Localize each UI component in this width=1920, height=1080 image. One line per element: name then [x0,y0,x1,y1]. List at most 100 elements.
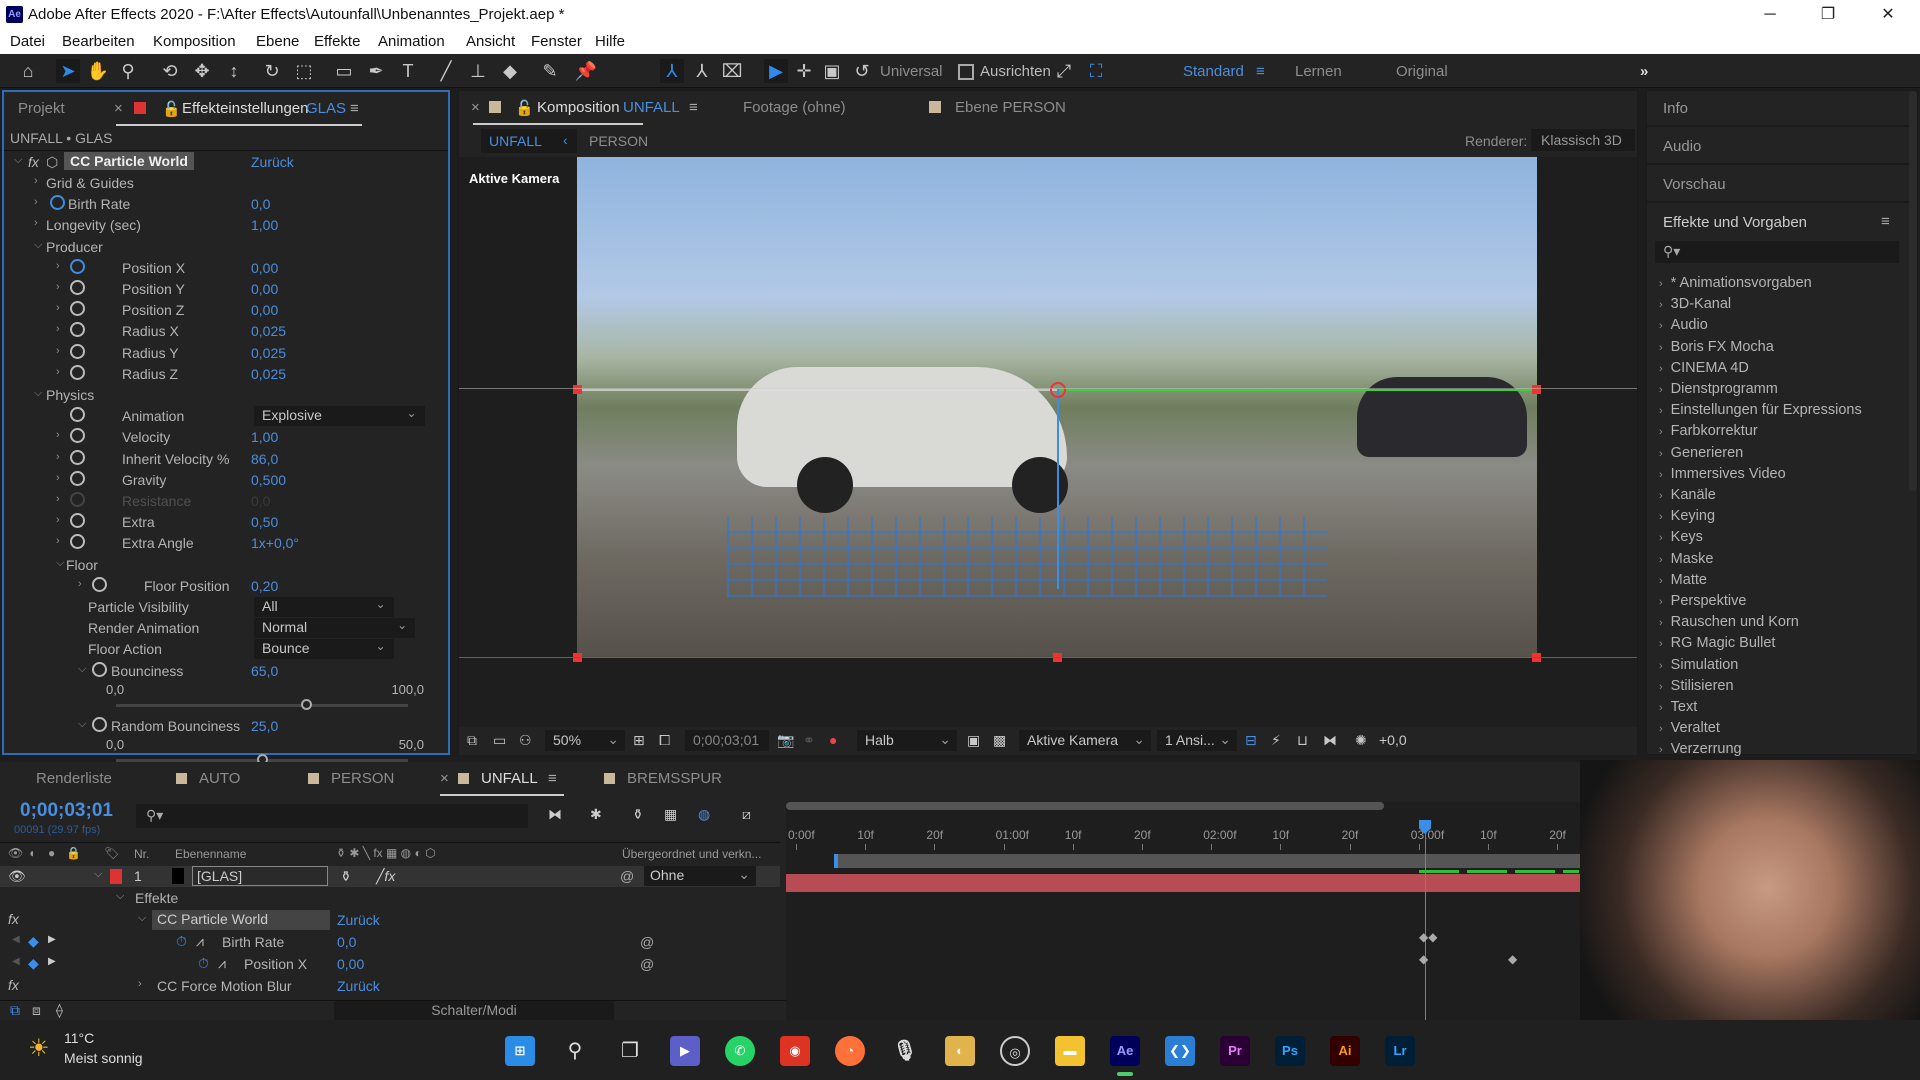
effect-property-row[interactable]: ⌵ Random Bounciness 25,0 [4,716,444,737]
exposure-value[interactable]: +0,0 [1379,732,1407,748]
frame-blending-icon[interactable]: ▦ [664,806,677,823]
workspace-lernen[interactable]: Lernen [1295,63,1342,80]
collapse-chevron-icon[interactable]: ⌵ [34,239,42,252]
expand-chevron-icon[interactable]: › [56,323,60,335]
flowchart-icon[interactable]: ⧓ [1323,732,1337,749]
effects-category-item[interactable]: › Immersives Video [1659,466,1786,482]
effect-property-row[interactable]: › Radius Z 0,025 [4,364,444,385]
expand-chevron-icon[interactable]: › [56,493,60,505]
property-value[interactable]: 1x+0,0° [251,535,299,551]
anchor-tool-icon[interactable]: ⬚ [292,59,316,83]
timeline-icon[interactable]: ⊔ [1297,732,1308,749]
collapse-chevron-icon[interactable]: ⌵ [34,387,42,400]
property-value[interactable]: 0,00 [251,260,278,276]
graph-icon[interactable]: ⩘ [196,933,204,950]
layer-row[interactable]: 👁 ⌵ 1 [GLAS] ⚱ ╱fx @ Ohne ⌄ [0,866,780,887]
menu-datei[interactable]: Datei [10,33,45,50]
snapshot-icon[interactable]: 📷 [777,732,794,749]
effect-name[interactable]: CC Particle World [64,152,194,170]
effects-category-item[interactable]: › Veraltet [1659,720,1720,736]
monitor-icon[interactable]: ▭ [493,732,506,749]
expression-pickwhip-icon[interactable]: @ [640,956,654,972]
property-value[interactable]: 0,0 [337,934,356,950]
stopwatch-icon[interactable] [70,258,85,274]
gallery-icon[interactable]: ◐ [945,1036,975,1066]
file-explorer-icon[interactable]: ▬ [1055,1036,1085,1066]
firefox-icon[interactable]: ◔ [835,1036,865,1066]
screen-recorder-icon[interactable]: ◉ [780,1036,810,1066]
view-layout-dropdown[interactable]: 1 Ansi... ⌄ [1157,730,1237,751]
collapse-chevron-icon[interactable]: ⌵ [78,718,86,731]
work-area-navigator[interactable] [786,802,1384,810]
snap-icon[interactable]: ⤢ [1052,59,1076,83]
effects-category-item[interactable]: › Farbkorrektur [1659,423,1758,439]
roto-brush-icon[interactable]: ✎ [538,59,562,83]
local-axis-icon[interactable]: ⅄ [660,59,684,83]
photoshop-icon[interactable]: Ps [1275,1036,1305,1066]
effect-property-row[interactable]: › Position Z 0,00 [4,300,444,321]
property-value[interactable]: 0,500 [251,472,286,488]
tab-effect-controls-layer[interactable]: GLAS [306,100,346,117]
graph-icon[interactable]: ⩘ [218,955,226,972]
column-layer-name[interactable]: Ebenenname [175,847,246,861]
tab-layer[interactable]: Ebene PERSON [955,99,1066,116]
stopwatch-icon[interactable] [92,661,107,677]
info-panel-header[interactable]: Info [1647,91,1909,127]
effect-property-row[interactable]: › Velocity 1,00 [4,427,444,448]
stopwatch-icon[interactable] [50,195,65,211]
scale-icon[interactable]: ▣ [820,59,844,83]
keyframe-icon[interactable]: ◆ [28,933,39,950]
lightroom-icon[interactable]: Lr [1385,1036,1415,1066]
effect-property-row[interactable]: ⌵ Bounciness 65,0 [4,661,444,682]
pan-camera-icon[interactable]: ✥ [190,59,214,83]
task-view-icon[interactable]: ❐ [615,1036,645,1066]
effect-property-row[interactable]: Render Animation Normal ⌄ [4,618,444,639]
graph-editor-icon[interactable]: ⧄ [742,806,751,823]
expression-pickwhip-icon[interactable]: @ [640,934,654,950]
rotate-tool-icon[interactable]: ↻ [260,59,284,83]
x-axis-handle[interactable] [1057,389,1537,391]
clone-stamp-icon[interactable]: ⊥ [466,59,490,83]
expand-chevron-icon[interactable]: › [56,260,60,272]
stopwatch-icon[interactable] [70,534,85,550]
snapping-grid-icon[interactable]: ⛶ [1084,59,1108,83]
layer-switches-toggle-icon[interactable]: ⧉ [10,1002,20,1019]
comp-nav-current[interactable]: UNFALL ‹ [481,129,577,153]
dolly-camera-icon[interactable]: ↕ [222,59,246,83]
transfer-controls-toggle-icon[interactable]: ⧈ [32,1002,41,1019]
premiere-icon[interactable]: Pr [1220,1036,1250,1066]
menu-animation[interactable]: Animation [378,33,445,50]
effects-category-item[interactable]: › Keys [1659,529,1703,545]
label-column-icon[interactable]: 🏷 [104,846,119,860]
property-dropdown[interactable]: Normal ⌄ [254,618,416,639]
workspace-menu-icon[interactable]: ≡ [1256,63,1265,80]
expand-chevron-icon[interactable]: › [138,978,142,990]
close-button[interactable]: ✕ [1868,2,1908,28]
scrollbar[interactable] [1909,91,1917,491]
menu-ebene[interactable]: Ebene [256,33,299,50]
expand-chevron-icon[interactable]: ⌵ [116,890,124,903]
property-value[interactable]: 0,025 [251,323,286,339]
effect-property-row[interactable]: › Extra Angle 1x+0,0° [4,533,444,554]
effects-category-item[interactable]: › Boris FX Mocha [1659,339,1774,355]
effects-category-item[interactable]: › Maske [1659,551,1713,567]
grid-guides-icon[interactable]: ⊞ [633,732,645,749]
next-keyframe-icon[interactable]: ▶ [48,934,56,945]
prev-keyframe-icon[interactable]: ◀ [12,956,20,967]
vscode-icon[interactable]: ❮❯ [1165,1036,1195,1066]
effects-category-item[interactable]: › Rauschen und Korn [1659,614,1799,630]
effect-row[interactable]: fx › CC Force Motion Blur Zurück [0,976,780,997]
in-out-toggle-icon[interactable]: ⟠ [56,1002,63,1019]
workspace-standard[interactable]: Standard [1183,63,1244,80]
expand-chevron-icon[interactable]: ⌵ [138,912,146,925]
fast-previews-icon[interactable]: ⚡ [1271,732,1281,749]
world-axis-icon[interactable]: ⅄ [690,59,714,83]
parent-dropdown[interactable]: Ohne ⌄ [644,866,756,886]
fx-icon[interactable]: fx [8,977,19,993]
align-checkbox[interactable] [958,64,974,80]
effects-category-item[interactable]: › Keying [1659,508,1715,524]
illustrator-icon[interactable]: Ai [1330,1036,1360,1066]
effects-category-item[interactable]: › Generieren [1659,445,1743,461]
whatsapp-icon[interactable]: ✆ [725,1036,755,1066]
stopwatch-icon[interactable] [70,280,85,295]
